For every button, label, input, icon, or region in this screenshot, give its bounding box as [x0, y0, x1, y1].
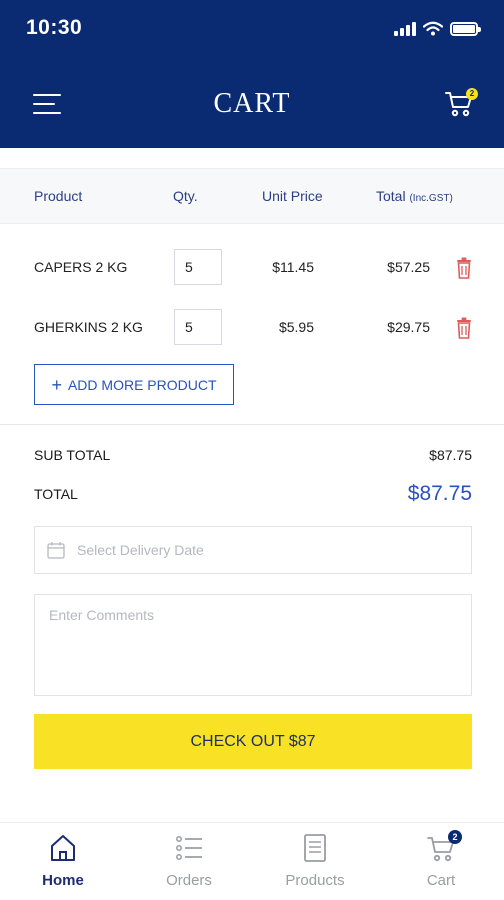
column-header-product: Product	[34, 188, 83, 204]
trash-icon[interactable]	[455, 257, 473, 279]
nav-item-orders[interactable]: Orders	[126, 823, 252, 900]
nav-label-orders: Orders	[166, 872, 212, 889]
status-time: 10:30	[26, 16, 83, 39]
line-total: $29.75	[387, 319, 430, 335]
add-more-label: ADD MORE PRODUCT	[67, 376, 217, 393]
table-header: Product Qty. Unit Price Total (Inc.GST)	[0, 168, 504, 224]
cart-badge: 2	[466, 88, 478, 100]
delivery-date-field[interactable]: Select Delivery Date	[34, 526, 472, 574]
quantity-field[interactable]: 5	[174, 309, 222, 345]
nav-item-home[interactable]: Home	[0, 823, 126, 900]
total-header-label: Total	[376, 188, 406, 204]
battery-icon	[450, 22, 481, 36]
sub-total-value: $87.75	[429, 447, 472, 463]
line-total: $57.25	[387, 259, 430, 275]
nav-cart-badge: 2	[448, 830, 462, 844]
column-header-total: Total (Inc.GST)	[376, 188, 453, 204]
document-icon	[304, 834, 326, 862]
nav-label-products: Products	[285, 872, 345, 889]
status-icons	[394, 20, 481, 36]
wifi-icon	[423, 21, 443, 36]
nav-item-cart[interactable]: 2 Cart	[378, 823, 504, 900]
product-name: CAPERS 2 KG	[34, 259, 128, 275]
nav-label-cart: Cart	[426, 872, 456, 889]
column-header-unit-price: Unit Price	[262, 188, 323, 204]
column-header-qty: Qty.	[173, 188, 198, 204]
trash-icon[interactable]	[455, 317, 473, 339]
checkout-button[interactable]: CHECK OUT $87	[34, 714, 472, 769]
page-title: CART	[213, 88, 291, 119]
add-more-product-button[interactable]: + ADD MORE PRODUCT	[34, 364, 234, 405]
home-icon	[51, 835, 75, 861]
comments-field[interactable]	[34, 594, 472, 696]
app-header: 10:30 CART 2	[0, 0, 504, 148]
unit-price: $11.45	[272, 259, 314, 275]
nav-cart-icon-wrap: 2	[426, 830, 462, 863]
product-name: GHERKINS 2 KG	[34, 319, 143, 335]
delivery-date-placeholder: Select Delivery Date	[77, 542, 204, 558]
plus-icon: +	[51, 374, 62, 395]
signal-icon	[394, 20, 416, 36]
calendar-icon	[47, 542, 65, 559]
divider	[0, 424, 504, 425]
nav-item-products[interactable]: Products	[252, 823, 378, 900]
list-icon	[176, 836, 202, 860]
nav-label-home: Home	[42, 872, 84, 889]
table-row: GHERKINS 2 KG 5 $5.95 $29.75	[0, 308, 504, 348]
bottom-nav: Home Orders Products 2 Cart	[0, 822, 504, 900]
sub-total-label: SUB TOTAL	[34, 447, 111, 463]
total-label: TOTAL	[34, 486, 78, 502]
table-row: CAPERS 2 KG 5 $11.45 $57.25	[0, 248, 504, 288]
header-cart-button[interactable]: 2	[444, 88, 478, 120]
quantity-field[interactable]: 5	[174, 249, 222, 285]
total-header-suffix: (Inc.GST)	[409, 193, 453, 204]
total-value: $87.75	[407, 482, 472, 505]
unit-price: $5.95	[278, 319, 314, 335]
